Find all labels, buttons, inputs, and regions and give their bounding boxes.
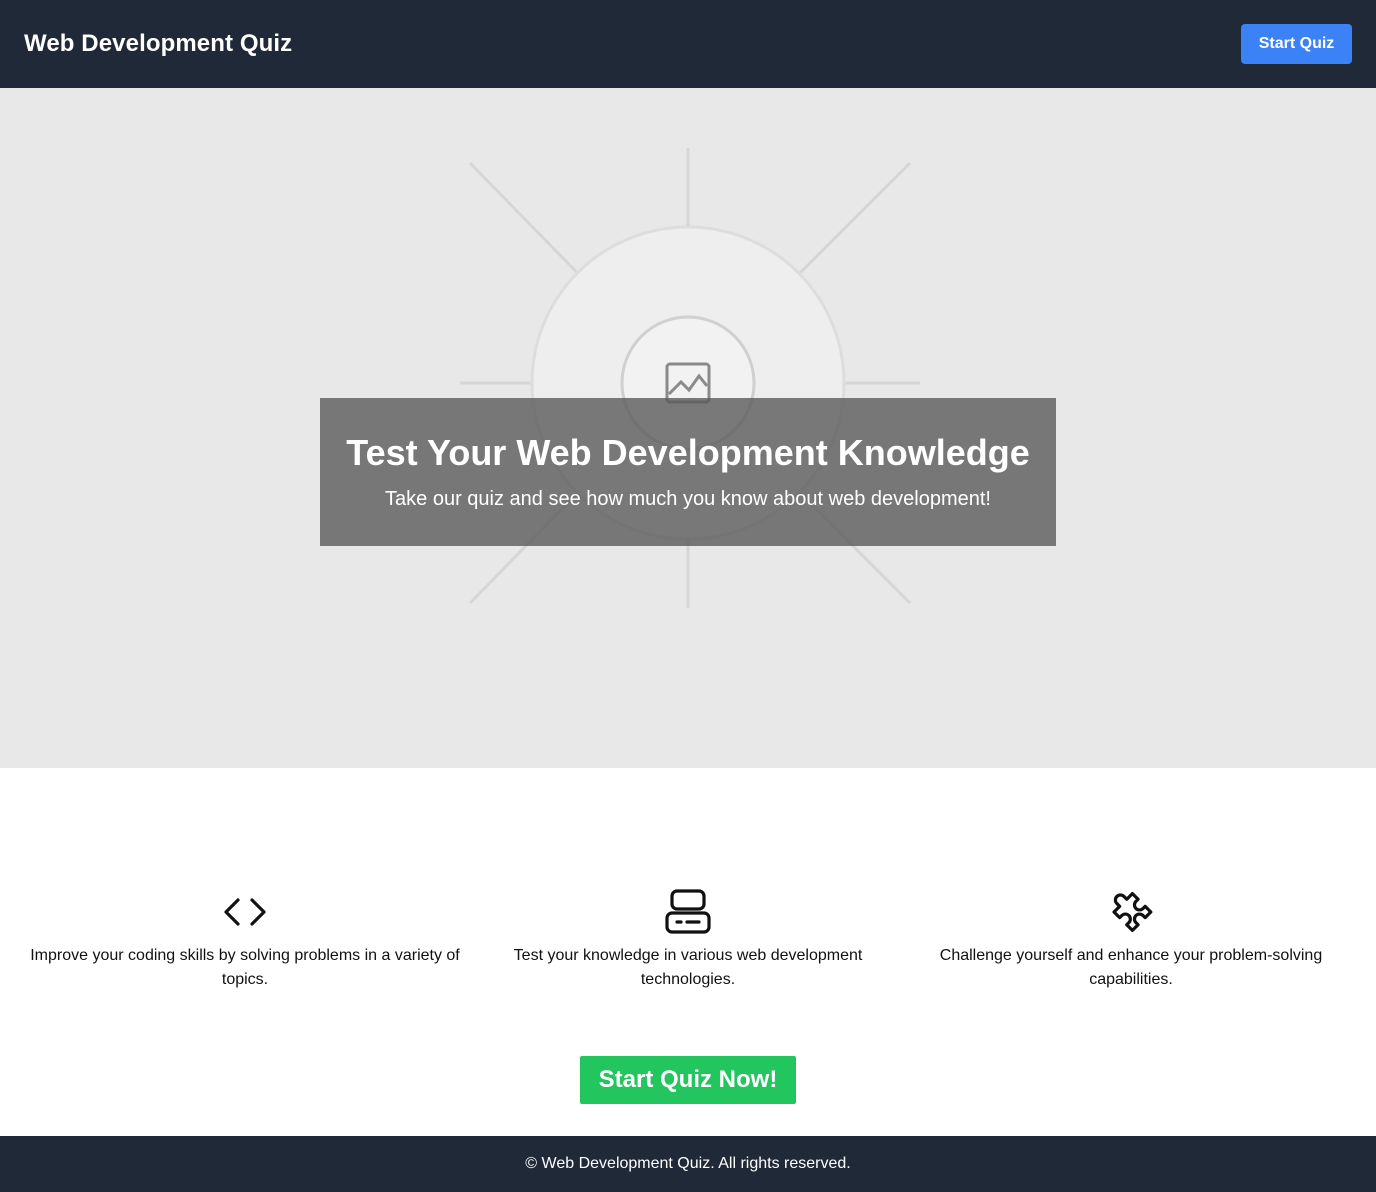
feature-technologies: Test your knowledge in various web devel… bbox=[467, 888, 909, 992]
computer-icon bbox=[664, 888, 712, 936]
feature-coding: Improve your coding skills by solving pr… bbox=[24, 888, 466, 992]
site-footer: © Web Development Quiz. All rights reser… bbox=[0, 1136, 1376, 1192]
hero-subtitle: Take our quiz and see how much you know … bbox=[385, 487, 991, 510]
features-section: Improve your coding skills by solving pr… bbox=[24, 888, 1352, 992]
puzzle-icon bbox=[1107, 888, 1155, 936]
hero-section: Test Your Web Development Knowledge Take… bbox=[0, 88, 1376, 768]
hero-title: Test Your Web Development Knowledge bbox=[346, 432, 1030, 474]
code-icon bbox=[221, 888, 269, 936]
feature-text: Test your knowledge in various web devel… bbox=[513, 947, 863, 988]
footer-copyright: © Web Development Quiz. All rights reser… bbox=[525, 1155, 851, 1172]
feature-text: Improve your coding skills by solving pr… bbox=[30, 947, 460, 988]
hero-overlay: Test Your Web Development Knowledge Take… bbox=[320, 398, 1056, 546]
site-header: Web Development Quiz Start Quiz bbox=[0, 0, 1376, 88]
start-quiz-now-button[interactable]: Start Quiz Now! bbox=[580, 1056, 796, 1104]
feature-problem-solving: Challenge yourself and enhance your prob… bbox=[910, 888, 1352, 992]
feature-text: Challenge yourself and enhance your prob… bbox=[939, 947, 1323, 988]
site-brand[interactable]: Web Development Quiz bbox=[24, 30, 292, 58]
start-quiz-button[interactable]: Start Quiz bbox=[1241, 24, 1352, 64]
